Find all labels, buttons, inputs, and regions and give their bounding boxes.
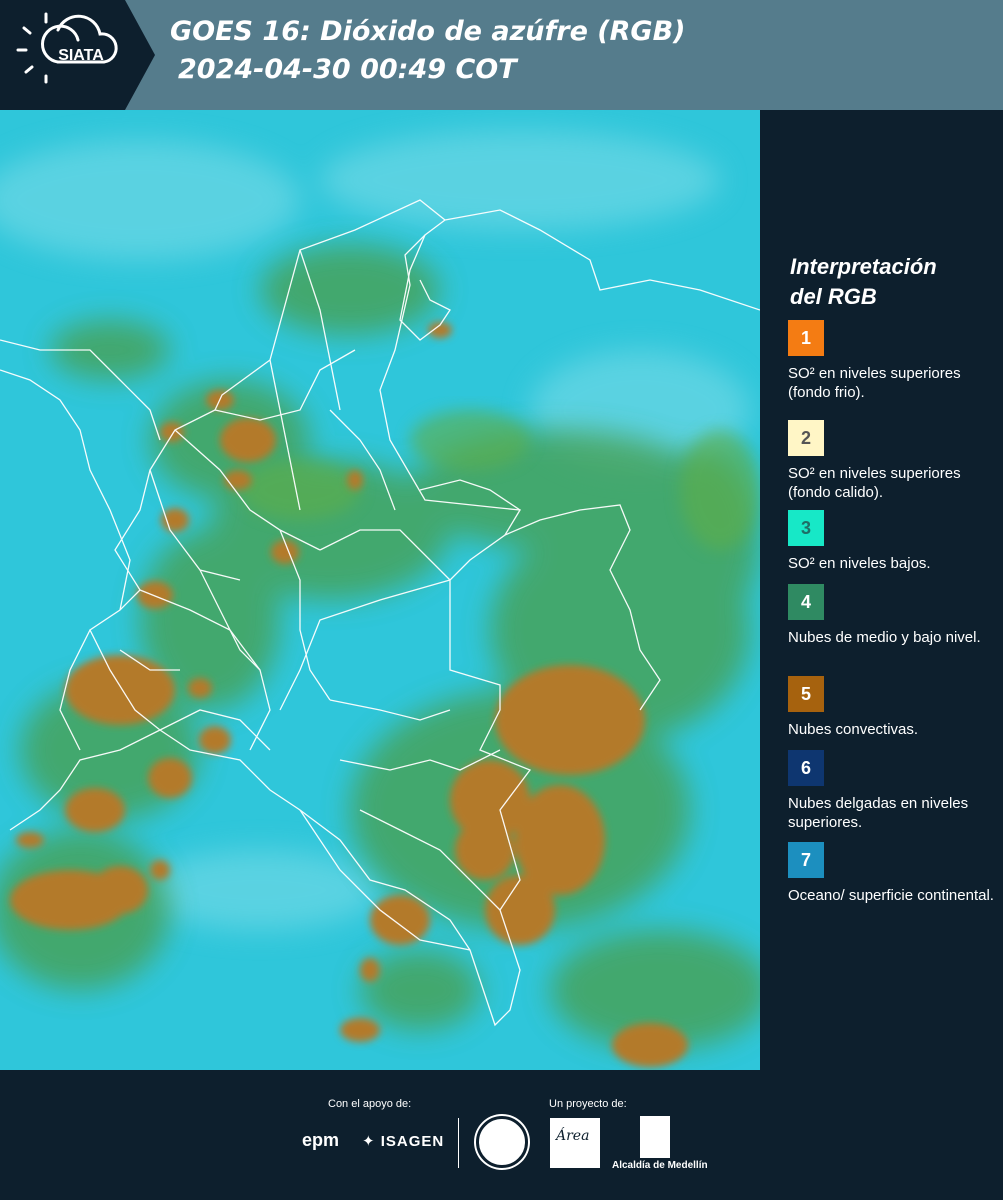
legend-text: SO² en niveles superiores (fondo frio). [788,365,961,401]
legend-number: 7 [800,849,811,870]
legend-text: Nubes delgadas en niveles superiores. [788,795,969,831]
legend-text: Nubes de medio y bajo nivel. [788,629,981,646]
legend-title: Interpretación del RGB [790,252,990,312]
legend-swatch: 3 [788,510,824,546]
legend-number: 1 [800,327,811,348]
legend-number: 5 [800,683,811,704]
footer-divider [458,1118,459,1168]
legend-number: 4 [800,591,811,612]
siata-logo-text: SIATA [58,47,104,64]
medellin-seal-icon[interactable] [476,1116,528,1168]
area-logo-text: Área [556,1128,590,1144]
sun-cloud-icon: SIATA [0,0,155,110]
satellite-image [0,110,760,1070]
legend-swatch: 1 [788,320,824,356]
legend-panel: Interpretación del RGB 1 SO² en niveles … [760,110,1003,1070]
header-bar: SIATA GOES 16: Dióxido de azúfre (RGB) 2… [0,0,1003,110]
legend-item-1: 1 SO² en niveles superiores (fondo frio)… [788,320,998,402]
legend-number: 3 [800,517,811,538]
legend-item-4: 4 Nubes de medio y bajo nivel. [788,584,998,647]
area-metropolitana-logo[interactable]: Área [550,1118,600,1168]
legend-swatch: 2 [788,420,824,456]
satellite-map[interactable] [0,110,760,1070]
project-label: Un proyecto de: [549,1098,627,1110]
legend-title-line2: del RGB [790,284,877,309]
alcaldia-label: Alcaldía de Medellín [612,1160,708,1171]
isagen-star-icon: ✦ [362,1133,376,1150]
legend-swatch: 4 [788,584,824,620]
legend-number: 2 [800,427,811,448]
legend-title-line1: Interpretación [790,254,937,279]
alcaldia-shield-icon[interactable] [640,1116,670,1158]
support-label: Con el apoyo de: [328,1098,412,1110]
page-timestamp: 2024-04-30 00:49 COT [178,54,517,85]
legend-text: SO² en niveles superiores (fondo calido)… [788,465,961,501]
legend-text: SO² en niveles bajos. [788,555,931,572]
footer: Con el apoyo de: Un proyecto de: epm ✦ I… [0,1070,1003,1200]
page-title: GOES 16: Dióxido de azúfre (RGB) [170,16,686,47]
siata-logo[interactable]: SIATA [0,0,155,110]
isagen-logo-text: ISAGEN [380,1133,445,1150]
legend-swatch: 7 [788,842,824,878]
legend-item-6: 6 Nubes delgadas en niveles superiores. [788,750,998,832]
legend-swatch: 6 [788,750,824,786]
legend-number: 6 [800,757,811,778]
isagen-logo[interactable]: ✦ ISAGEN [362,1132,444,1150]
epm-logo[interactable]: epm [302,1130,339,1151]
legend-item-3: 3 SO² en niveles bajos. [788,510,998,573]
legend-text: Oceano/ superficie continental. [788,887,994,904]
legend-item-2: 2 SO² en niveles superiores (fondo calid… [788,420,998,502]
legend-swatch: 5 [788,676,824,712]
legend-text: Nubes convectivas. [788,721,919,738]
legend-item-5: 5 Nubes convectivas. [788,676,998,739]
legend-item-7: 7 Oceano/ superficie continental. [788,842,998,905]
